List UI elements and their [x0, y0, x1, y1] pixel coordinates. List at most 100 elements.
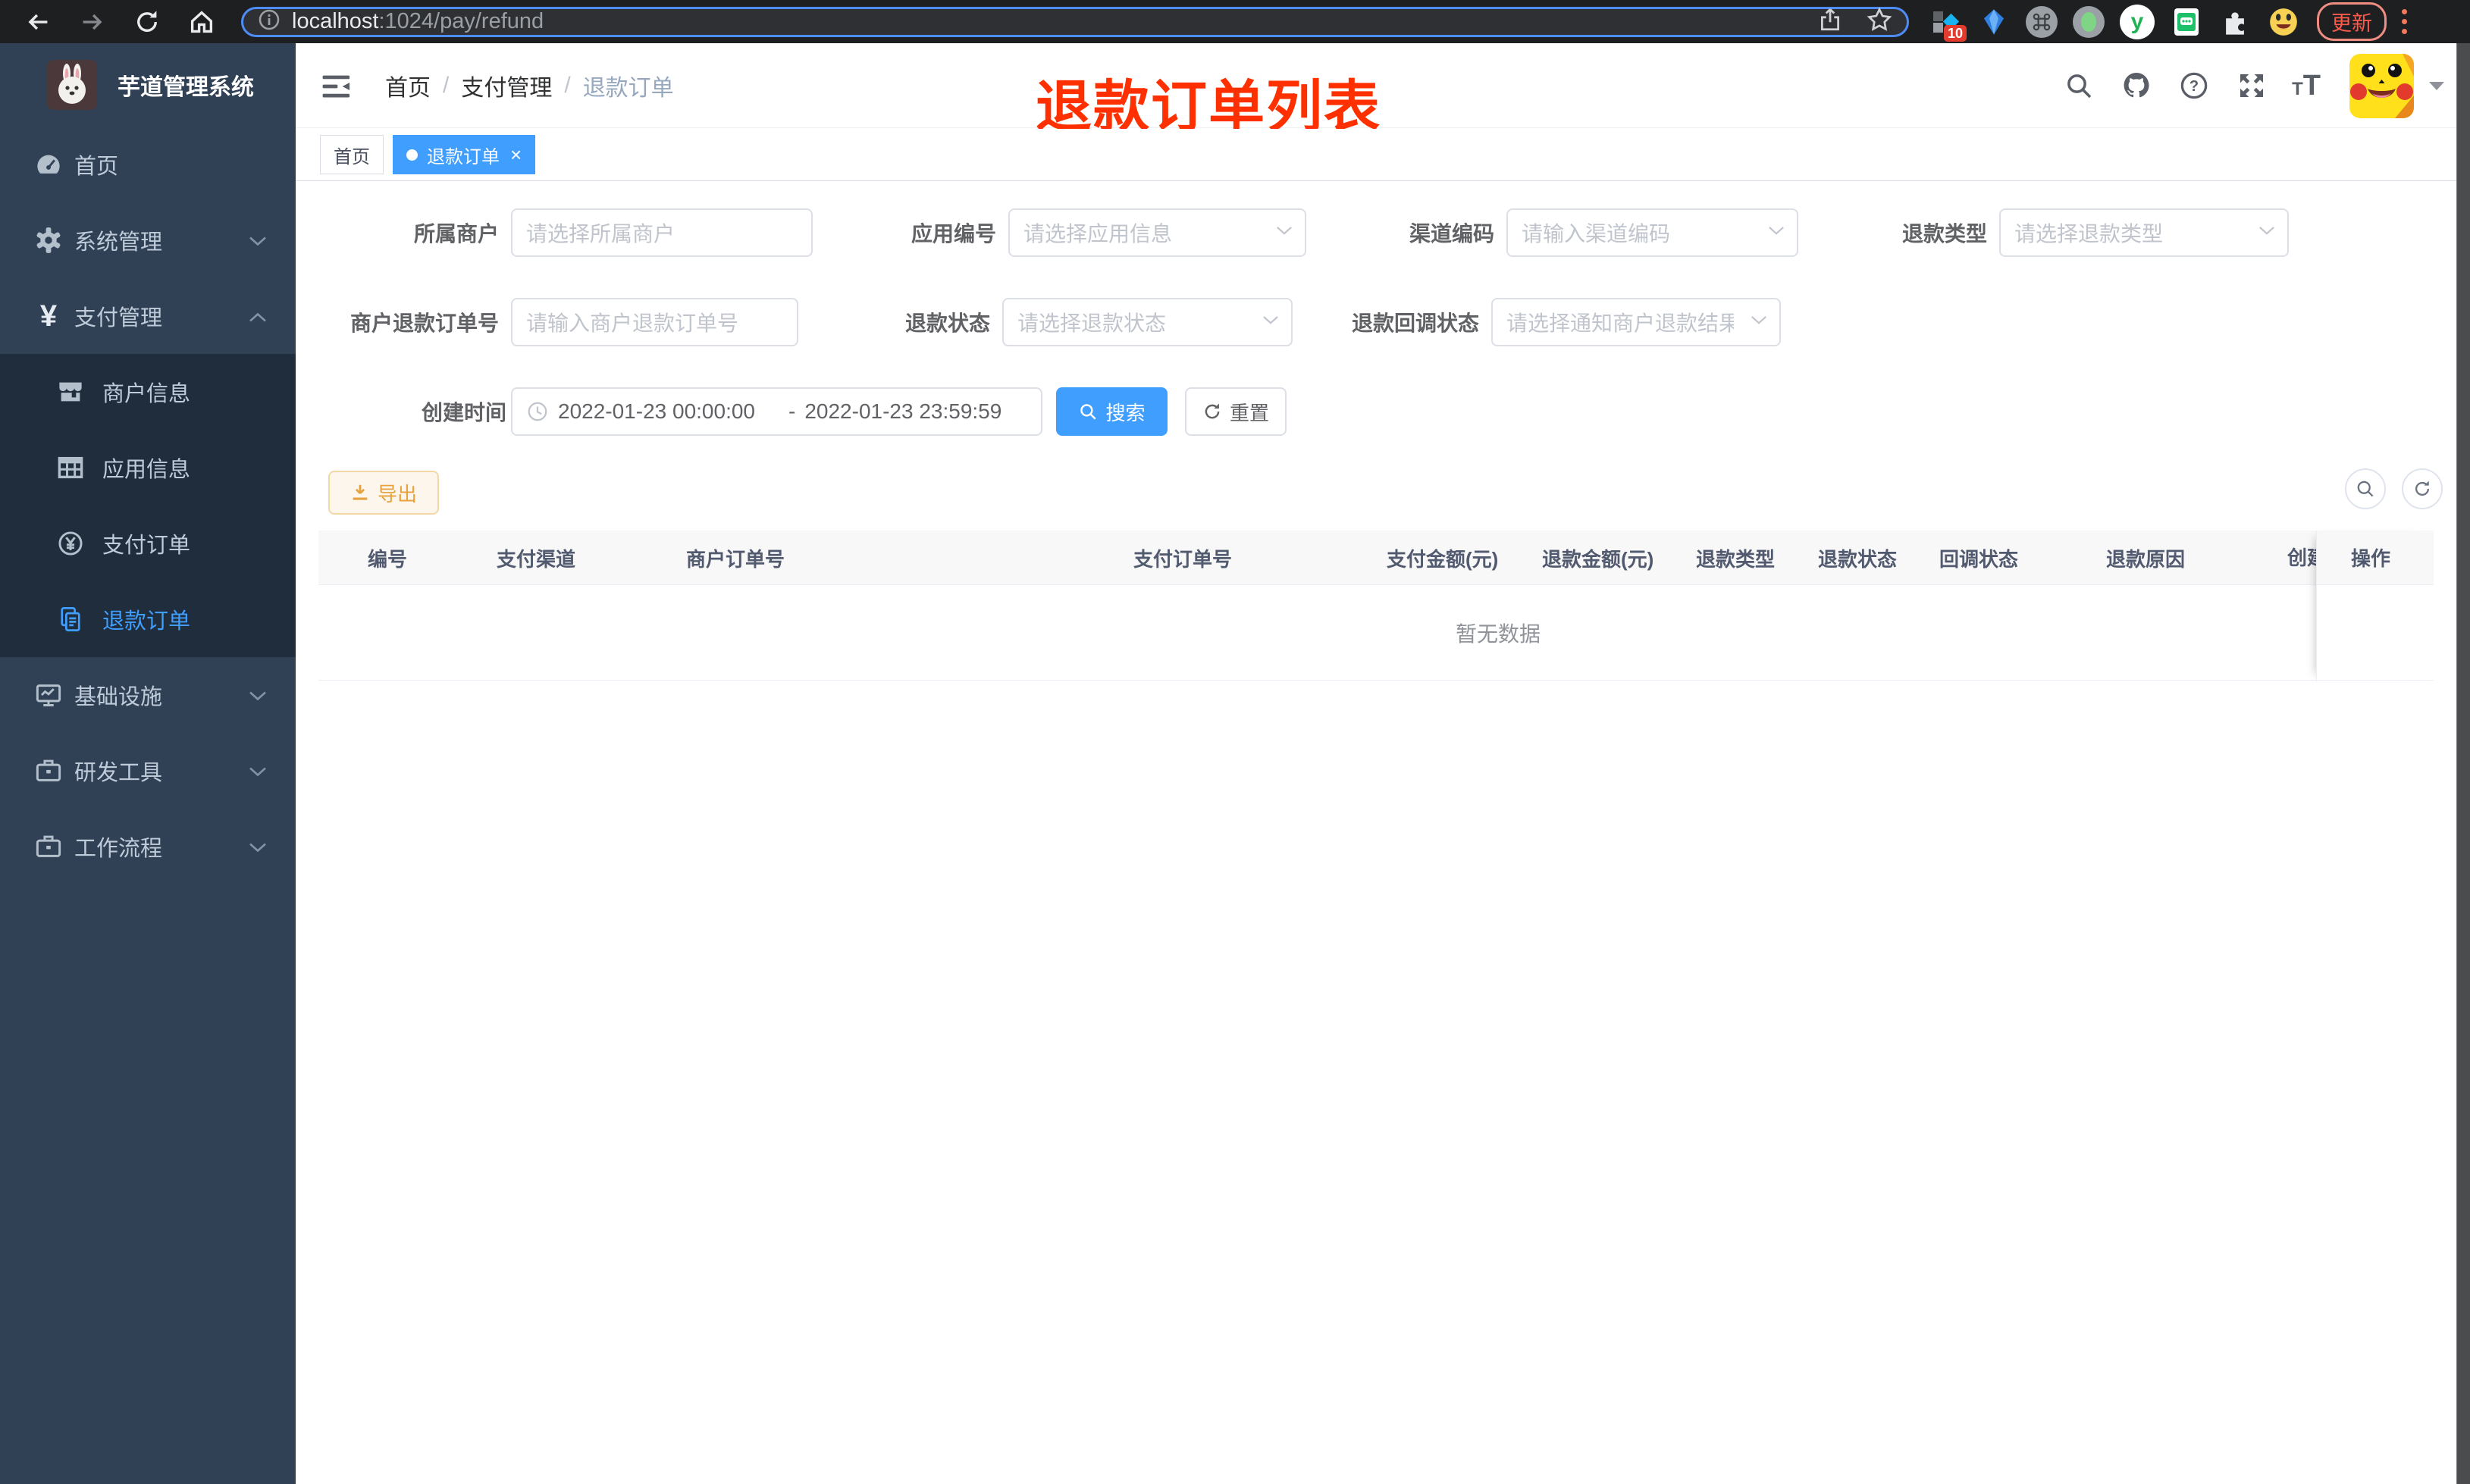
extension-diamond-icon[interactable]: 10 — [1929, 5, 1967, 42]
profile-emoji-icon[interactable] — [2267, 5, 2300, 39]
tab-home[interactable]: 首页 — [320, 135, 384, 174]
address-bar[interactable]: localhost:1024/pay/refund — [241, 6, 1909, 37]
chevron-down-icon — [1768, 226, 1785, 240]
reload-icon[interactable] — [130, 5, 164, 39]
sidebar-item-merchant-info[interactable]: 商户信息 — [0, 354, 296, 430]
notify-status-select[interactable]: 请选择通知商户退款结果 — [1491, 298, 1781, 346]
refund-type-select[interactable]: 请选择退款类型 — [1999, 208, 2289, 257]
yen-icon: ¥ — [39, 299, 58, 333]
site-info-icon[interactable] — [257, 8, 281, 36]
sidebar-item-system[interactable]: 系统管理 — [0, 202, 296, 278]
monitor-chart-icon — [32, 678, 65, 712]
col-header-refund-type: 退款类型 — [1696, 547, 1776, 571]
filter-label: 所属商户 — [413, 222, 499, 246]
avatar-caret-icon[interactable] — [2429, 81, 2444, 90]
font-size-icon[interactable]: TT — [2292, 71, 2321, 100]
breadcrumb: 首页 / 支付管理 / 退款订单 — [385, 43, 674, 128]
col-header-merchant-order: 商户订单号 — [686, 547, 785, 571]
sidebar-item-workflow[interactable]: 工作流程 — [0, 809, 296, 884]
sidebar-item-dev-tools[interactable]: 研发工具 — [0, 733, 296, 809]
extension-badge: 10 — [1943, 24, 1967, 42]
github-icon[interactable] — [2119, 68, 2154, 103]
filter-refund-status: 退款状态 请选择退款状态 — [897, 298, 1293, 346]
refund-status-select[interactable]: 请选择退款状态 — [1002, 298, 1293, 346]
extension-y-icon[interactable]: y — [2120, 4, 2155, 39]
share-icon[interactable] — [1817, 7, 1843, 36]
filter-label: 商户退款订单号 — [349, 312, 499, 335]
date-start-value[interactable]: 2022-01-23 00:00:00 — [558, 399, 779, 424]
sidebar-item-label: 工作流程 — [74, 837, 163, 861]
briefcase-icon — [32, 754, 65, 787]
date-end-value[interactable]: 2022-01-23 23:59:59 — [804, 399, 1024, 424]
help-icon[interactable]: ? — [2177, 68, 2211, 103]
briefcase-icon — [32, 830, 65, 863]
breadcrumb-payment[interactable]: 支付管理 — [461, 69, 552, 102]
col-header-refund-amount: 退款金额(元) — [1542, 547, 1654, 571]
extension-command-icon[interactable] — [2026, 5, 2058, 38]
bookmark-star-icon[interactable] — [1866, 6, 1893, 37]
search-button[interactable]: 搜索 — [1056, 387, 1168, 436]
channel-select[interactable]: 请输入渠道编码 — [1506, 208, 1798, 257]
col-header-refund-reason: 退款原因 — [2106, 547, 2186, 571]
col-header-create-time: 创建时间 — [2287, 546, 2316, 569]
breadcrumb-home[interactable]: 首页 — [385, 69, 431, 102]
sidebar-fold-icon[interactable] — [321, 70, 353, 102]
tab-close-icon[interactable]: × — [510, 145, 522, 164]
extension-chat-icon[interactable] — [2170, 5, 2203, 39]
date-range-picker[interactable]: 2022-01-23 00:00:00 - 2022-01-23 23:59:5… — [511, 387, 1042, 436]
chevron-up-icon — [249, 304, 267, 329]
url-text[interactable]: localhost:1024/pay/refund — [292, 9, 544, 34]
sidebar-item-app-info[interactable]: 应用信息 — [0, 430, 296, 506]
dashboard-icon — [32, 148, 65, 181]
browser-update-button[interactable]: 更新 — [2317, 2, 2387, 41]
logo-image — [47, 60, 97, 110]
filter-merchant: 所属商户 请选择所属商户 — [408, 208, 813, 257]
navbar: 首页 / 支付管理 / 退款订单 退款订单列表 ? TT — [296, 43, 2456, 138]
breadcrumb-current: 退款订单 — [582, 76, 674, 101]
browser-toolbar: localhost:1024/pay/refund 10 y 更新 — [0, 0, 2470, 43]
sidebar-item-infrastructure[interactable]: 基础设施 — [0, 657, 296, 733]
back-icon[interactable] — [21, 5, 55, 39]
chevron-down-icon — [1262, 315, 1279, 329]
extensions-puzzle-icon[interactable] — [2218, 5, 2252, 39]
sidebar-item-label: 基础设施 — [74, 685, 163, 709]
forward-icon[interactable] — [76, 5, 109, 39]
app-title: 芋道管理系统 — [118, 75, 254, 100]
col-header-pay-amount: 支付金额(元) — [1387, 547, 1499, 571]
user-avatar[interactable] — [2349, 53, 2414, 118]
reset-button[interactable]: 重置 — [1185, 387, 1287, 436]
sidebar-item-home[interactable]: 首页 — [0, 127, 296, 202]
breadcrumb-separator: / — [564, 73, 571, 98]
export-button[interactable]: 导出 — [328, 471, 439, 515]
sidebar-item-payment[interactable]: ¥ 支付管理 — [0, 278, 296, 354]
app-logo[interactable]: 芋道管理系统 — [0, 43, 296, 127]
extension-gem-icon[interactable] — [1977, 5, 2011, 39]
search-icon[interactable] — [2061, 68, 2096, 103]
extension-record-icon[interactable] — [2073, 5, 2105, 38]
home-icon[interactable] — [185, 5, 218, 39]
merchant-refund-no-input[interactable]: 请输入商户退款订单号 — [511, 298, 798, 346]
tab-refund-order[interactable]: 退款订单 × — [393, 135, 536, 174]
sidebar-item-label: 首页 — [74, 155, 119, 179]
filter-app: 应用编号 请选择应用信息 — [904, 208, 1306, 257]
col-header-pay-order: 支付订单号 — [1133, 547, 1233, 571]
chevron-down-icon — [1751, 315, 1767, 329]
browser-menu-icon[interactable] — [2402, 9, 2407, 34]
merchant-input[interactable]: 请选择所属商户 — [511, 208, 813, 257]
refund-table: 编号 支付渠道 商户订单号 支付订单号 支付金额(元) 退款金额(元) 退款类型… — [318, 531, 2434, 681]
chevron-down-icon — [249, 228, 267, 253]
browser-scrollbar[interactable] — [2456, 43, 2470, 1484]
app-select[interactable]: 请选择应用信息 — [1008, 208, 1306, 257]
sidebar-item-refund-order[interactable]: 退款订单 — [0, 581, 296, 657]
filter-label: 应用编号 — [911, 222, 996, 246]
sidebar-item-pay-order[interactable]: 支付订单 — [0, 506, 296, 581]
sidebar-submenu-payment: 商户信息 应用信息 支付订单 退款订单 — [0, 354, 296, 657]
filter-create-time: 创建时间 2022-01-23 00:00:00 - 2022-01-23 23… — [422, 387, 1042, 436]
screen: localhost:1024/pay/refund 10 y 更新 芋道管理系统… — [0, 0, 2470, 1484]
table-search-toggle-button[interactable] — [2345, 468, 2386, 509]
table-empty-row: 暂无数据 — [318, 585, 2434, 681]
fullscreen-icon[interactable] — [2234, 68, 2269, 103]
chevron-down-icon — [2258, 226, 2275, 240]
main-content: 首页 / 支付管理 / 退款订单 退款订单列表 ? TT 首页 退款订单 × 所… — [296, 43, 2456, 1484]
table-refresh-button[interactable] — [2402, 468, 2443, 509]
